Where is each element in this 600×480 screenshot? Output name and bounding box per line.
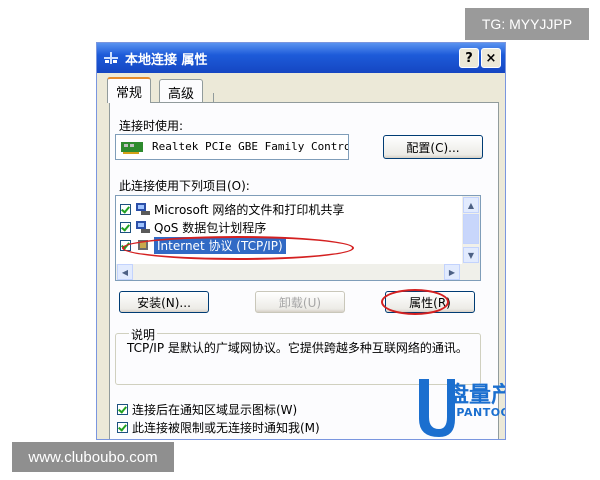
network-connection-icon bbox=[104, 52, 118, 64]
properties-dialog: 本地连接 属性 ? × 常规 高级 连接时使用: Realtek PCIe GB… bbox=[96, 42, 506, 440]
list-item[interactable]: QoS 数据包计划程序 bbox=[120, 218, 450, 236]
scroll-thumb[interactable] bbox=[463, 214, 479, 244]
close-button[interactable]: × bbox=[481, 48, 501, 68]
horizontal-scrollbar[interactable]: ◀ ▶ bbox=[116, 264, 480, 280]
item-label: QoS 数据包计划程序 bbox=[154, 220, 267, 235]
items-label: 此连接使用下列项目(O): bbox=[119, 179, 250, 193]
network-adapter-icon bbox=[121, 142, 143, 154]
annotation-circle-properties bbox=[381, 289, 449, 315]
qos-icon bbox=[136, 221, 150, 233]
brand-name: 盘量产网 bbox=[447, 383, 505, 408]
configure-button[interactable]: 配置(C)... bbox=[383, 135, 483, 159]
uninstall-button[interactable]: 卸载(U) bbox=[255, 291, 345, 313]
item-checkbox[interactable] bbox=[120, 203, 131, 215]
adapter-name: Realtek PCIe GBE Family Contro bbox=[152, 140, 349, 153]
annotation-circle-tcpip bbox=[122, 236, 354, 260]
scroll-down-icon[interactable]: ▼ bbox=[463, 247, 479, 263]
watermark-bottom: www.cluboubo.com bbox=[12, 442, 174, 472]
vertical-scrollbar[interactable]: ▲ ▼ bbox=[462, 196, 480, 264]
scroll-right-icon[interactable]: ▶ bbox=[444, 264, 460, 280]
connect-using-label: 连接时使用: bbox=[119, 119, 184, 133]
watermark-top: TG: MYYJJPP bbox=[465, 8, 589, 40]
description-text: TCP/IP 是默认的广域网协议。它提供跨越多种互联网络的通讯。 bbox=[127, 341, 468, 355]
scroll-left-icon[interactable]: ◀ bbox=[117, 264, 133, 280]
scroll-up-icon[interactable]: ▲ bbox=[463, 197, 479, 213]
tab-general[interactable]: 常规 bbox=[107, 77, 152, 103]
list-item[interactable]: Microsoft 网络的文件和打印机共享 bbox=[120, 200, 450, 218]
adapter-name-field: Realtek PCIe GBE Family Contro bbox=[115, 134, 349, 160]
install-button[interactable]: 安装(N)... bbox=[119, 291, 209, 313]
show-icon-checkbox[interactable] bbox=[117, 404, 128, 415]
tab-advanced[interactable]: 高级 bbox=[159, 79, 204, 103]
brand-domain: UPANTOOL.COM bbox=[447, 406, 505, 419]
option-show-icon[interactable]: 连接后在通知区域显示图标(W) bbox=[117, 401, 297, 418]
item-checkbox[interactable] bbox=[120, 221, 131, 233]
notify-checkbox[interactable] bbox=[117, 422, 128, 433]
option-label: 连接后在通知区域显示图标(W) bbox=[132, 403, 298, 417]
window-title: 本地连接 属性 bbox=[125, 53, 208, 68]
option-label: 此连接被限制或无连接时通知我(M) bbox=[132, 421, 320, 435]
title-bar[interactable]: 本地连接 属性 ? × bbox=[97, 43, 505, 73]
file-sharing-icon bbox=[136, 203, 150, 215]
item-label: Microsoft 网络的文件和打印机共享 bbox=[154, 202, 345, 217]
help-button[interactable]: ? bbox=[459, 48, 479, 68]
option-notify[interactable]: 此连接被限制或无连接时通知我(M) bbox=[117, 419, 320, 436]
